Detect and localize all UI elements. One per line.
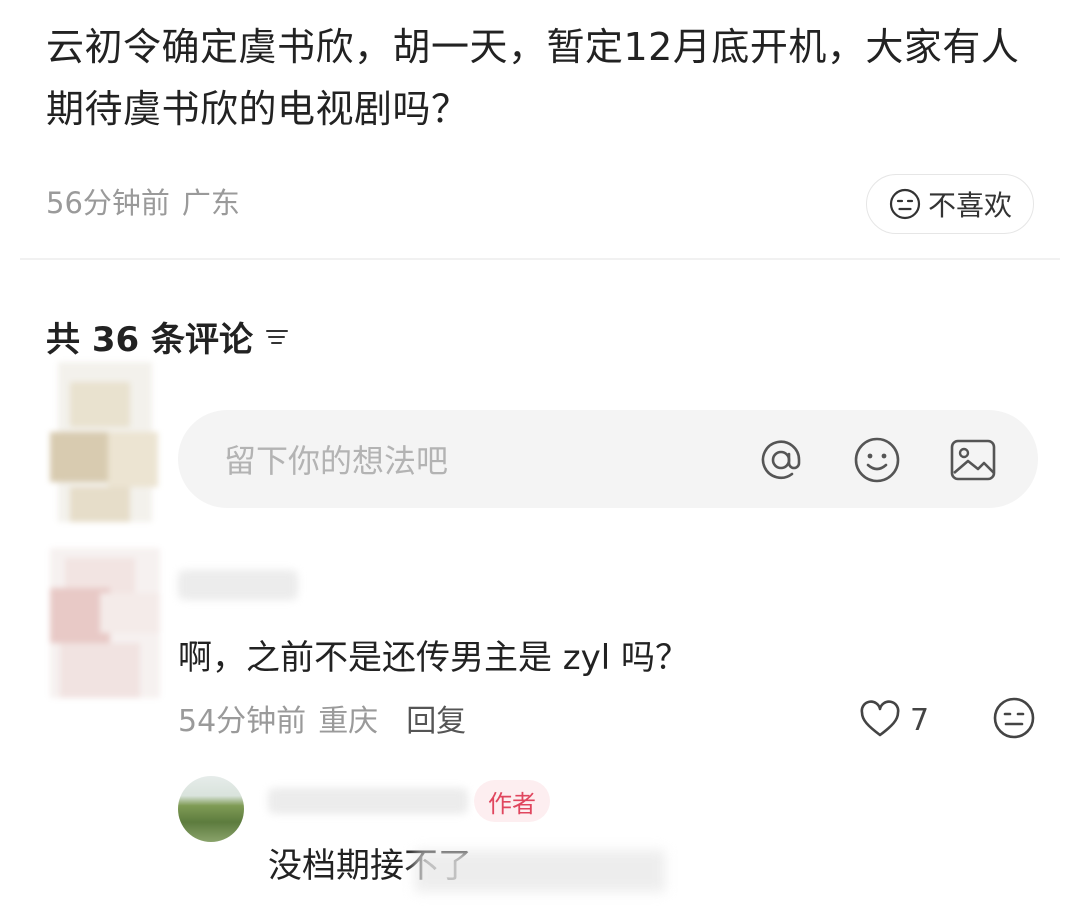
divider: [20, 258, 1060, 260]
comment-text: 啊，之前不是还传男主是 zyl 吗？: [178, 638, 690, 678]
dislike-button[interactable]: 不喜欢: [866, 174, 1034, 234]
comment-dislike-icon[interactable]: [992, 696, 1036, 740]
comment-meta: 54分钟前 重庆 回复: [178, 696, 466, 740]
author-badge: 作者: [474, 780, 550, 822]
comment-count-header: 共 36 条评论: [46, 312, 289, 361]
emoji-icon[interactable]: [852, 435, 902, 485]
heart-icon: [860, 700, 900, 737]
comment-count-label: 共 36 条评论: [46, 320, 253, 360]
commenter-username-blurred: [178, 570, 298, 600]
comment-input-placeholder: 留下你的想法吧: [224, 442, 449, 480]
comment-location: 重庆: [318, 704, 379, 739]
at-icon[interactable]: [756, 435, 806, 485]
post-time: 56分钟前: [46, 186, 170, 220]
post-detail-page: 云初令确定虞书欣，胡一天，暂定12月底开机，大家有人期待虞书欣的电视剧吗？ 56…: [0, 0, 1080, 906]
dislike-label: 不喜欢: [927, 189, 1012, 222]
post-meta: 56分钟前 广东: [46, 180, 240, 222]
post-title: 云初令确定虞书欣，胡一天，暂定12月底开机，大家有人期待虞书欣的电视剧吗？: [46, 25, 1020, 131]
comment-time: 54分钟前: [178, 704, 307, 739]
like-button[interactable]: 7: [858, 698, 929, 742]
input-icon-group: [756, 435, 998, 485]
reply-button[interactable]: 回复: [406, 696, 466, 740]
neutral-face-icon: [889, 188, 921, 220]
post-location: 广东: [181, 186, 240, 220]
image-icon[interactable]: [948, 435, 998, 485]
author-username-blurred: [268, 788, 468, 814]
like-count: 7: [910, 702, 930, 738]
watermark-blurred: [415, 850, 665, 892]
user-avatar-blurred: [50, 362, 158, 522]
author-avatar[interactable]: [178, 776, 244, 842]
commenter-avatar-blurred[interactable]: [50, 548, 160, 698]
comment-input[interactable]: 留下你的想法吧: [178, 410, 1038, 508]
sort-icon[interactable]: [265, 325, 289, 349]
